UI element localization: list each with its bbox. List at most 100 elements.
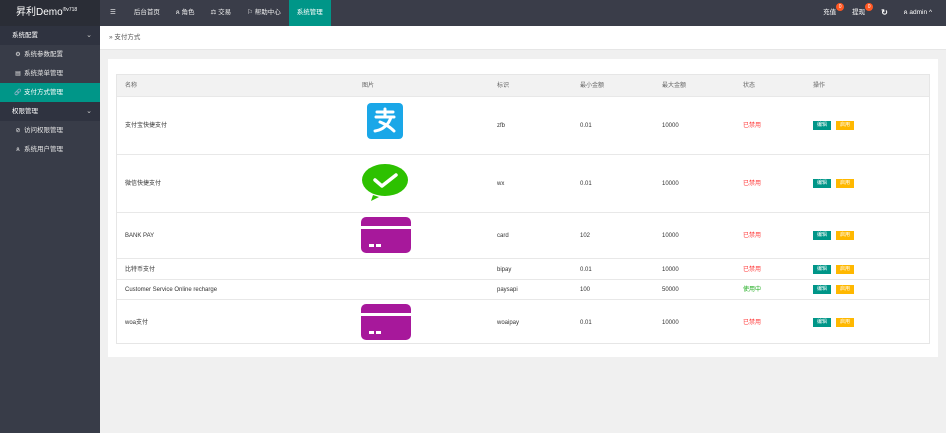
cell-name: 比特币支付 bbox=[125, 267, 156, 273]
enable-button[interactable]: 启用 bbox=[836, 285, 854, 294]
cell-name: 支付宝快捷支付 bbox=[125, 123, 168, 129]
top-menu-item[interactable]: 系统管理 bbox=[288, 0, 331, 26]
cell-max: 10000 bbox=[662, 123, 679, 129]
card-logo-icon bbox=[361, 304, 411, 340]
top-menu-item[interactable]: ⚖ 交易 bbox=[202, 0, 239, 26]
menu-toggle-icon[interactable]: ☰ bbox=[100, 0, 126, 26]
column-header: 标识 bbox=[497, 83, 510, 89]
edit-button[interactable]: 编辑 bbox=[813, 179, 831, 188]
withdraw-badge: 0 bbox=[865, 3, 874, 11]
cell-code: woaipay bbox=[497, 320, 520, 326]
cell-min: 0.01 bbox=[580, 181, 592, 187]
column-header: 操作 bbox=[813, 83, 826, 89]
edit-button[interactable]: 编辑 bbox=[813, 265, 831, 274]
cell-name: BANK PAY bbox=[125, 233, 155, 239]
link-icon: 🔗 bbox=[14, 90, 22, 96]
withdraw-label: 提现 bbox=[852, 9, 866, 16]
cell-name: woa支付 bbox=[125, 320, 149, 326]
list-icon: ▤ bbox=[15, 71, 21, 77]
chevron-up-icon: ^ bbox=[928, 9, 932, 16]
recharge-button[interactable]: 充值 0 bbox=[815, 0, 845, 26]
top-right-actions: 充值 0 提现 0 ↻ ጸ admin ^ bbox=[815, 0, 940, 26]
brand-version: ®v718 bbox=[62, 7, 78, 13]
sidebar-nav: 系统配置 ⌄ ⚙ 系统参数配置 ▤ 系统菜单管理 🔗 支付方式管理 权限管理 ⌄ ⊘ 访问权限管理 ጸ 系… bbox=[0, 26, 100, 159]
refresh-icon[interactable]: ↻ bbox=[873, 0, 896, 26]
cell-status: 已禁用 bbox=[743, 233, 762, 239]
payment-methods-table: 名称 图片 标识 最小金额 最大金额 状态 操作 支付宝快捷支付 zfb 0.01 10000 已禁… bbox=[116, 74, 930, 344]
top-menu-icon: ⚐ bbox=[247, 9, 255, 16]
edit-button[interactable]: 编辑 bbox=[813, 121, 831, 130]
top-menu-label: 后台首页 bbox=[133, 9, 160, 16]
top-menu-label: 系统管理 bbox=[296, 9, 323, 16]
sidebar-item-label: 系统参数配置 bbox=[24, 51, 63, 58]
brand-logo[interactable]: 昇利Demo®v718 bbox=[0, 0, 100, 26]
sidebar-item-label: 访问权限管理 bbox=[24, 127, 63, 134]
table-row: BANK PAY card 102 10000 已禁用 编辑 启用 bbox=[117, 212, 929, 258]
cell-min: 102 bbox=[580, 233, 591, 239]
column-header: 最小金额 bbox=[580, 83, 605, 89]
top-navbar: ☰ 后台首页 ጸ 角色 ⚖ 交易 ⚐ 帮助中心 系统管理 充值 0 提现 0 ↻ ጸ adm… bbox=[100, 0, 946, 26]
user-name: admin bbox=[909, 9, 928, 16]
top-menu-item[interactable]: ጸ 角色 bbox=[168, 0, 203, 26]
cell-code: bipay bbox=[497, 267, 512, 273]
breadcrumb-current[interactable]: 支付方式 bbox=[114, 34, 140, 41]
column-header: 名称 bbox=[125, 83, 138, 89]
shield-check-icon: ⊘ bbox=[15, 128, 21, 134]
cell-code: wx bbox=[497, 181, 505, 187]
enable-button[interactable]: 启用 bbox=[836, 318, 854, 327]
cell-status: 已禁用 bbox=[743, 181, 762, 187]
brand-name: 昇利Demo bbox=[16, 7, 63, 18]
sidebar-item[interactable]: ▤ 系统菜单管理 bbox=[0, 64, 100, 83]
wechat-logo-icon bbox=[361, 163, 409, 201]
alipay-logo-icon bbox=[367, 103, 403, 139]
cell-code: paysapi bbox=[497, 287, 518, 293]
sidebar-item[interactable]: ጸ 系统用户管理 bbox=[0, 140, 100, 159]
sidebar-item[interactable]: ⊘ 访问权限管理 bbox=[0, 121, 100, 140]
edit-button[interactable]: 编辑 bbox=[813, 231, 831, 240]
top-menu-label: 帮助中心 bbox=[254, 9, 281, 16]
sidebar-group-label: 系统配置 bbox=[12, 32, 38, 39]
top-menu-label: 交易 bbox=[218, 9, 232, 16]
top-menu: ☰ 后台首页 ጸ 角色 ⚖ 交易 ⚐ 帮助中心 系统管理 bbox=[100, 0, 331, 26]
cell-code: card bbox=[497, 233, 509, 239]
table-row: Customer Service Online recharge paysapi 1… bbox=[117, 279, 929, 299]
sidebar-group[interactable]: 权限管理 ⌄ bbox=[0, 102, 100, 121]
enable-button[interactable]: 启用 bbox=[836, 179, 854, 188]
sidebar-group-label: 权限管理 bbox=[12, 108, 38, 115]
cell-max: 10000 bbox=[662, 233, 679, 239]
cell-max: 10000 bbox=[662, 320, 679, 326]
cell-name: Customer Service Online recharge bbox=[125, 287, 218, 293]
cell-min: 0.01 bbox=[580, 267, 592, 273]
enable-button[interactable]: 启用 bbox=[836, 121, 854, 130]
sidebar-group[interactable]: 系统配置 ⌄ bbox=[0, 26, 100, 45]
cell-status: 已禁用 bbox=[743, 267, 762, 273]
column-header: 状态 bbox=[743, 83, 756, 89]
edit-button[interactable]: 编辑 bbox=[813, 318, 831, 327]
recharge-badge: 0 bbox=[836, 3, 845, 11]
table-header: 名称 图片 标识 最小金额 最大金额 状态 操作 bbox=[117, 75, 929, 96]
sidebar-item-label: 系统菜单管理 bbox=[24, 70, 63, 77]
cell-max: 10000 bbox=[662, 267, 679, 273]
cell-status: 已禁用 bbox=[743, 320, 762, 326]
sidebar-item-label: 支付方式管理 bbox=[24, 89, 63, 96]
recharge-label: 充值 bbox=[823, 9, 837, 16]
sidebar: 昇利Demo®v718 系统配置 ⌄ ⚙ 系统参数配置 ▤ 系统菜单管理 🔗 支付方式管理 权限… bbox=[0, 0, 100, 433]
top-menu-item[interactable]: ⚐ 帮助中心 bbox=[239, 0, 289, 26]
content-panel: 名称 图片 标识 最小金额 最大金额 状态 操作 支付宝快捷支付 zfb 0.01 10000 已禁… bbox=[108, 59, 938, 357]
sidebar-item[interactable]: ⚙ 系统参数配置 bbox=[0, 45, 100, 64]
cell-min: 0.01 bbox=[580, 123, 592, 129]
top-menu-item[interactable]: 后台首页 bbox=[126, 0, 168, 26]
column-header: 图片 bbox=[362, 83, 375, 89]
edit-button[interactable]: 编辑 bbox=[813, 285, 831, 294]
table-row: woa支付 woaipay 0.01 10000 已禁用 编辑 启用 bbox=[117, 299, 929, 345]
user-menu[interactable]: ጸ admin ^ bbox=[896, 0, 940, 26]
sidebar-item[interactable]: 🔗 支付方式管理 bbox=[0, 83, 100, 102]
cell-max: 50000 bbox=[662, 287, 679, 293]
withdraw-button[interactable]: 提现 0 bbox=[844, 0, 874, 26]
chevron-down-icon: ⌄ bbox=[86, 108, 92, 115]
table-row: 比特币支付 bipay 0.01 10000 已禁用 编辑 启用 bbox=[117, 258, 929, 279]
breadcrumb: » 支付方式 bbox=[109, 34, 140, 42]
table-row: 支付宝快捷支付 zfb 0.01 10000 已禁用 编辑 启用 bbox=[117, 96, 929, 154]
enable-button[interactable]: 启用 bbox=[836, 265, 854, 274]
enable-button[interactable]: 启用 bbox=[836, 231, 854, 240]
